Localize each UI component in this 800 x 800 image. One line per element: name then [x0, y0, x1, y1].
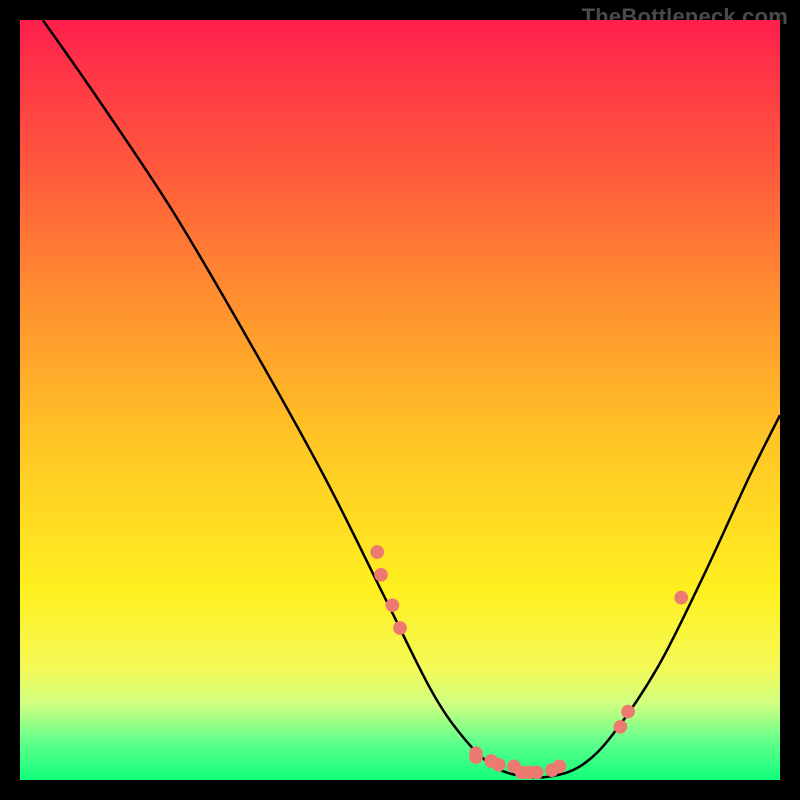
- curve-line: [43, 20, 780, 778]
- data-point: [553, 759, 567, 773]
- data-points: [370, 545, 688, 779]
- data-point: [386, 598, 400, 612]
- data-point: [370, 545, 384, 559]
- data-point: [469, 750, 483, 764]
- data-point: [614, 720, 628, 734]
- chart-svg: [20, 20, 780, 780]
- data-point: [374, 568, 388, 582]
- plot-area: [20, 20, 780, 780]
- data-point: [393, 621, 407, 635]
- data-point: [621, 705, 635, 719]
- data-point: [530, 766, 544, 780]
- chart-container: TheBottleneck.com: [0, 0, 800, 800]
- data-point: [674, 591, 688, 605]
- data-point: [492, 758, 506, 772]
